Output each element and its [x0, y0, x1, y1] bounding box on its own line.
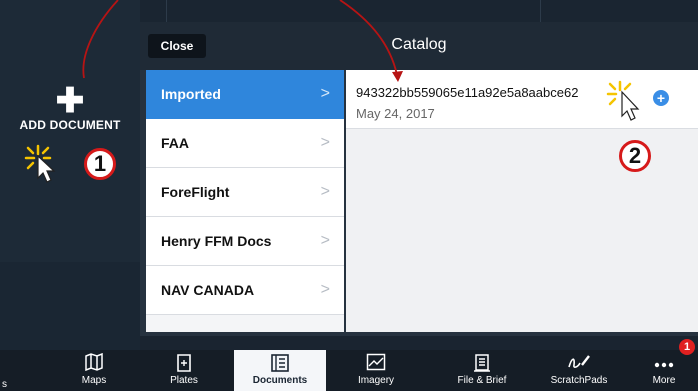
tab-label: Documents	[252, 375, 308, 386]
tab-partial-label: s	[2, 379, 7, 390]
annotation-arrows	[82, 0, 403, 82]
tab-bar: s Maps Plates Documents Imagery File & B…	[0, 350, 698, 391]
tab-label: More	[652, 375, 676, 386]
more-notification-badge: 1	[679, 339, 695, 355]
tab-label: Maps	[81, 375, 107, 386]
tab-imagery[interactable]: Imagery	[330, 350, 422, 391]
tab-label: ScratchPads	[550, 375, 608, 386]
documents-icon	[234, 350, 326, 377]
tab-scratchpads[interactable]: ScratchPads	[533, 350, 625, 391]
scratchpad-icon	[533, 350, 625, 377]
tab-label: Plates	[170, 375, 198, 386]
tab-file-brief[interactable]: File & Brief	[436, 350, 528, 391]
plates-icon	[138, 350, 230, 377]
tab-plates[interactable]: Plates	[138, 350, 230, 391]
file-brief-icon	[436, 350, 528, 377]
tab-maps[interactable]: Maps	[48, 350, 140, 391]
tab-documents[interactable]: Documents	[234, 350, 326, 391]
tab-more[interactable]: More	[630, 350, 698, 391]
imagery-icon	[330, 350, 422, 377]
tab-label: Imagery	[357, 375, 395, 386]
map-icon	[48, 350, 140, 377]
tab-label: File & Brief	[457, 375, 507, 386]
